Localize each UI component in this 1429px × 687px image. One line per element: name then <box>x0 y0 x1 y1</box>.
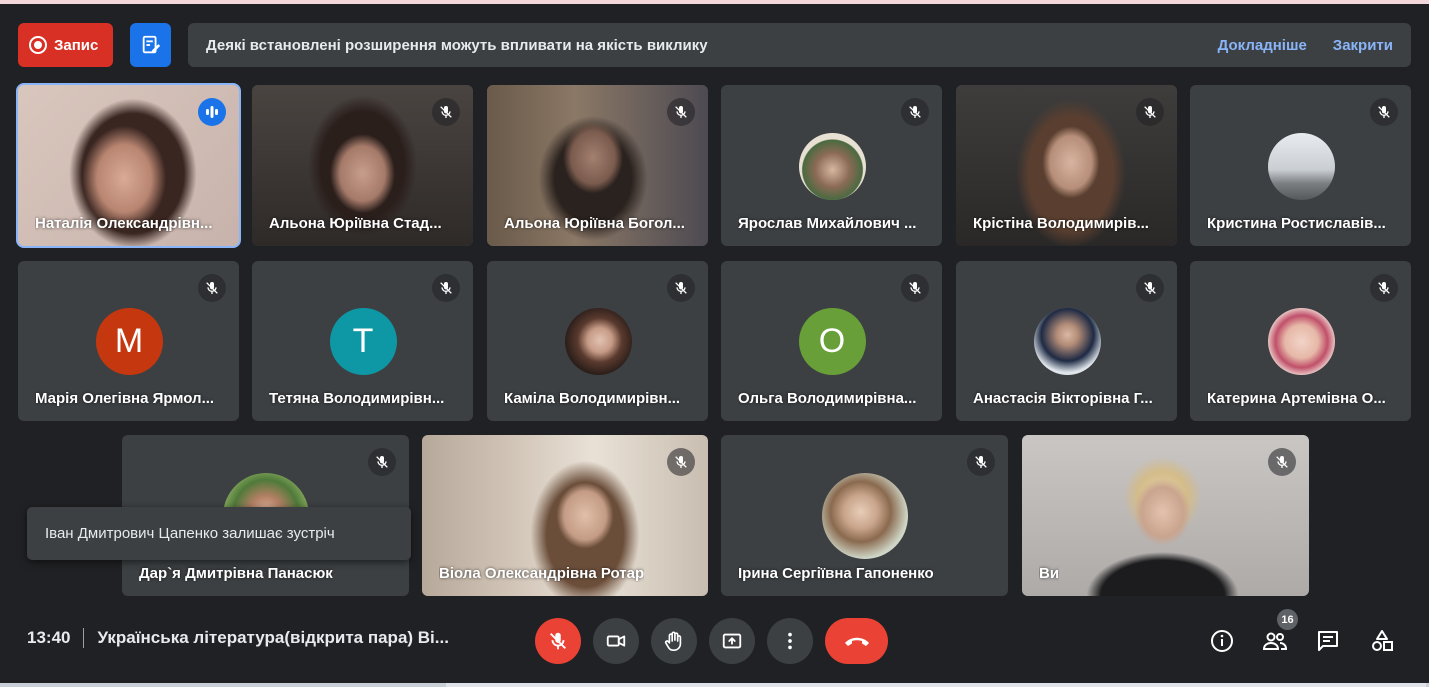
window-top-edge <box>0 0 1429 4</box>
banner-message: Деякі встановлені розширення можуть впли… <box>206 36 708 54</box>
participant-tile[interactable]: Альона Юріївна Стад... <box>252 85 473 246</box>
info-icon <box>1211 630 1233 652</box>
notes-icon <box>142 35 160 54</box>
toast-message: Іван Дмитрович Цапенко залишає зустріч <box>45 525 335 542</box>
participant-name: Віола Олександрівна Ротар <box>439 565 645 582</box>
mic-off-icon <box>432 98 460 126</box>
participant-tile[interactable]: Ярослав Михайлович ... <box>721 85 942 246</box>
mic-off-icon <box>967 448 995 476</box>
divider <box>83 628 85 648</box>
participant-tile[interactable]: М Марія Олегівна Ярмол... <box>18 261 239 421</box>
present-screen-button[interactable] <box>709 618 755 664</box>
meeting-details-button[interactable] <box>1206 625 1238 657</box>
participant-avatar <box>798 132 866 200</box>
hang-up-icon <box>844 637 869 646</box>
participant-tile[interactable]: Анастасія Вікторівна Г... <box>956 261 1177 421</box>
participant-name: Ірина Сергіївна Гапоненко <box>738 565 934 582</box>
record-button[interactable]: Запис <box>18 23 113 67</box>
window-bottom-edge <box>0 683 1429 687</box>
extensions-warning-banner: Деякі встановлені розширення можуть впли… <box>188 23 1411 67</box>
participant-tile[interactable]: О Ольга Володимирівна... <box>721 261 942 421</box>
participant-tile[interactable]: Кристина Ростиславів... <box>1190 85 1411 246</box>
participant-left-toast: Іван Дмитрович Цапенко залишає зустріч <box>27 507 411 560</box>
participant-name: Катерина Артемівна О... <box>1207 390 1386 407</box>
participant-tile[interactable]: Альона Юріївна Богол... <box>487 85 708 246</box>
mic-off-icon <box>901 98 929 126</box>
more-options-button[interactable] <box>767 618 813 664</box>
participant-tile[interactable]: Т Тетяна Володимирівн... <box>252 261 473 421</box>
microphone-toggle-button[interactable] <box>535 618 581 664</box>
participant-name: Анастасія Вікторівна Г... <box>973 390 1153 407</box>
participant-name: Тетяна Володимирівн... <box>269 390 445 407</box>
shapes-icon <box>1372 630 1393 651</box>
record-label: Запис <box>54 36 99 54</box>
participant-tile[interactable]: Крістіна Володимирів... <box>956 85 1177 246</box>
participant-avatar <box>564 308 632 375</box>
mic-off-icon <box>1370 274 1398 302</box>
notes-button[interactable] <box>130 23 171 67</box>
mic-off-icon <box>368 448 396 476</box>
hand-icon <box>664 631 682 651</box>
participant-name: Крістіна Володимирів... <box>973 215 1149 232</box>
mic-off-icon <box>432 274 460 302</box>
chat-icon <box>1318 631 1338 651</box>
participant-initial-avatar: О <box>798 308 866 375</box>
leave-call-button[interactable] <box>825 618 888 664</box>
mic-off-icon <box>901 274 929 302</box>
participant-name: Ви <box>1039 565 1060 582</box>
participant-avatar <box>1267 132 1335 200</box>
participant-count-badge: 16 <box>1277 609 1298 630</box>
more-vert-icon <box>788 632 792 650</box>
mic-off-icon <box>667 274 695 302</box>
raise-hand-button[interactable] <box>651 618 697 664</box>
present-screen-icon <box>722 633 742 649</box>
meeting-title[interactable]: Українська література(відкрита пара) Ві.… <box>97 628 448 648</box>
mic-off-icon <box>550 632 566 650</box>
participant-name: Дар`я Дмитрівна Панасюк <box>139 565 333 582</box>
participant-name: Ольга Володимирівна... <box>738 390 917 407</box>
participant-tile-self[interactable]: Ви <box>1022 435 1309 596</box>
participant-avatar <box>821 472 908 559</box>
participant-name: Наталія Олександрівн... <box>35 215 213 232</box>
participant-tile[interactable]: Наталія Олександрівн... <box>16 83 241 248</box>
participant-video <box>1022 435 1309 596</box>
participant-tile[interactable]: Ірина Сергіївна Гапоненко <box>721 435 1008 596</box>
learn-more-link[interactable]: Докладніше <box>1218 37 1307 54</box>
participant-name: Ярослав Михайлович ... <box>738 215 917 232</box>
mic-off-icon <box>667 98 695 126</box>
participant-name: Альона Юріївна Стад... <box>269 215 442 232</box>
participant-name: Марія Олегівна Ярмол... <box>35 390 215 407</box>
mic-off-icon <box>1136 274 1164 302</box>
participant-tile[interactable]: Катерина Артемівна О... <box>1190 261 1411 421</box>
speaking-indicator-icon <box>198 98 226 126</box>
activities-button[interactable] <box>1366 625 1398 657</box>
participant-avatar <box>1267 308 1335 375</box>
participant-name: Кристина Ростиславів... <box>1207 215 1386 232</box>
chat-button[interactable] <box>1312 625 1344 657</box>
mic-off-icon <box>667 448 695 476</box>
record-icon <box>29 36 47 54</box>
mic-off-icon <box>198 274 226 302</box>
participant-initial-avatar: М <box>95 308 163 375</box>
clock-time: 13:40 <box>27 628 71 647</box>
dismiss-banner-button[interactable]: Закрити <box>1333 37 1393 54</box>
mic-off-icon <box>1370 98 1398 126</box>
participant-avatar <box>1033 308 1101 375</box>
participant-name: Альона Юріївна Богол... <box>504 215 685 232</box>
people-icon <box>1262 632 1288 650</box>
participant-initial-avatar: Т <box>329 308 397 375</box>
camera-icon <box>606 635 626 647</box>
participant-tile[interactable]: Віола Олександрівна Ротар <box>422 435 708 596</box>
camera-toggle-button[interactable] <box>593 618 639 664</box>
participant-name: Каміла Володимирівн... <box>504 390 681 407</box>
mic-off-icon <box>1268 448 1296 476</box>
mic-off-icon <box>1136 98 1164 126</box>
participant-tile[interactable]: Каміла Володимирівн... <box>487 261 708 421</box>
meeting-info: 13:40 Українська література(відкрита пар… <box>27 628 449 648</box>
